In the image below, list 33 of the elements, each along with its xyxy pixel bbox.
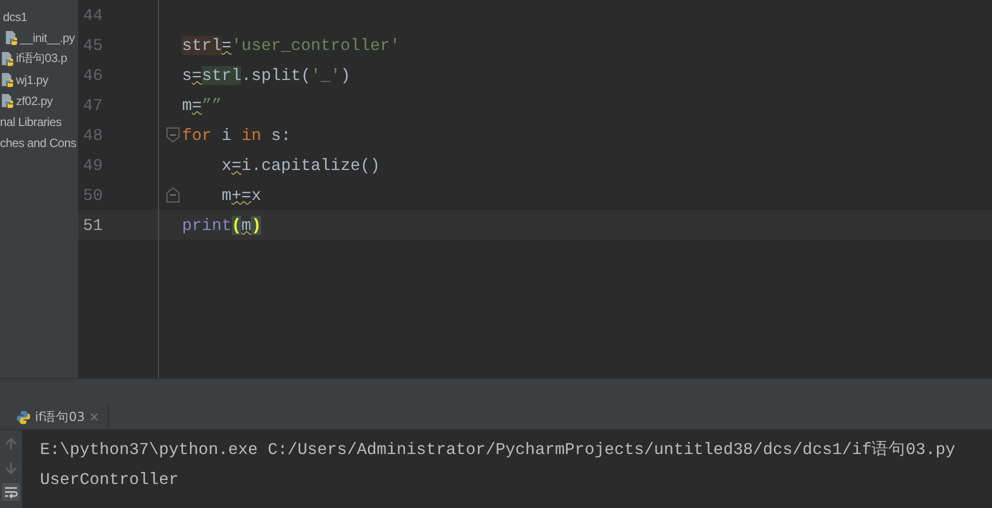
tree-item[interactable]: zf02.py <box>16 94 53 108</box>
code-line: print(m) <box>182 216 262 234</box>
code-line: for i in s: <box>182 126 291 144</box>
line-number: 45 <box>83 36 104 54</box>
tree-item[interactable]: nal Libraries <box>0 114 62 128</box>
code-line: strl='user_controller' <box>182 36 400 54</box>
python-file-icon <box>0 93 15 108</box>
python-icon <box>16 410 31 424</box>
code-line: x=i.capitalize() <box>220 156 380 174</box>
tree-item[interactable]: if语句03.p <box>16 50 67 67</box>
line-number: 48 <box>83 126 104 144</box>
python-file-icon <box>0 51 15 66</box>
line-number: 51 <box>83 216 104 234</box>
run-tab[interactable]: if语句03 × <box>14 405 109 429</box>
console-line: E:\python37\python.exe C:/Users/Administrator/PycharmProjects/untitled38/dcs/dcs1/if语句03.py <box>40 439 956 461</box>
tree-item[interactable]: wj1.py <box>16 72 48 86</box>
line-number: 44 <box>83 6 104 24</box>
tree-item[interactable]: __init__.py <box>20 30 75 44</box>
fold-marker-icon[interactable] <box>166 187 180 203</box>
console-line: UserController <box>40 469 180 491</box>
python-file-icon <box>4 30 19 45</box>
soft-wrap-icon[interactable] <box>2 483 20 501</box>
code-line: s=strl.split('_') <box>182 66 350 84</box>
line-number: 49 <box>83 156 104 174</box>
tree-item[interactable]: ches and Cons <box>0 136 76 150</box>
fold-marker-icon[interactable] <box>166 127 180 143</box>
line-number: 46 <box>83 66 104 84</box>
line-number: 50 <box>83 186 104 204</box>
code-line: m+=x <box>220 186 262 204</box>
tree-item[interactable]: dcs1 <box>3 10 28 24</box>
code-line: m=”” <box>182 96 222 114</box>
python-file-icon <box>0 72 15 87</box>
line-number: 47 <box>83 96 104 114</box>
